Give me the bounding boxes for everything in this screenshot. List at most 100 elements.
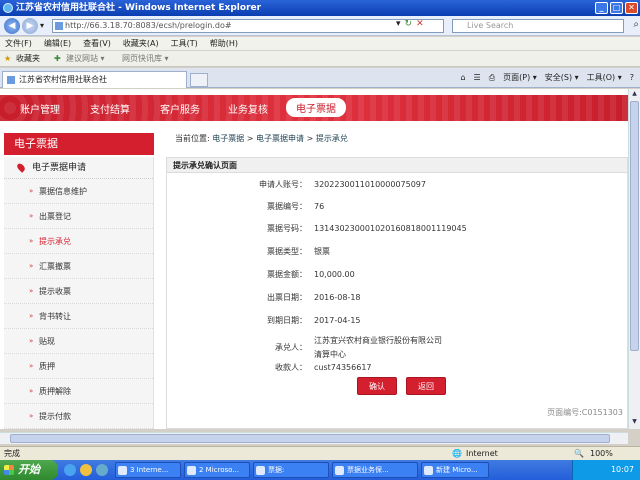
internet-zone-icon: 🌐	[452, 449, 462, 458]
cmd-page[interactable]: 页面(P) ▾	[503, 71, 537, 85]
sidebar-item-prompt-acceptance[interactable]: » 提示承兑	[4, 229, 153, 254]
sidebar-item-prompt-receipt[interactable]: » 提示收票	[4, 279, 153, 304]
field-value: 131430230001020160818001119045	[314, 224, 467, 233]
arrow-icon: »	[29, 187, 34, 195]
confirm-button[interactable]: 确认	[357, 377, 397, 395]
task-icon	[256, 466, 265, 475]
minimize-button[interactable]: _	[595, 2, 608, 14]
panel-title: 提示承兑确认页面	[167, 158, 627, 173]
maximize-button[interactable]: □	[610, 2, 623, 14]
favorites-label[interactable]: 收藏夹	[16, 51, 40, 67]
fav-suggested-sites[interactable]: 建议网站 ▾	[66, 51, 105, 67]
menu-edit[interactable]: 编辑(E)	[44, 37, 71, 50]
nav-customer-service[interactable]: 客户服务	[160, 101, 200, 116]
scroll-up-icon[interactable]: ▲	[630, 90, 639, 100]
forward-icon[interactable]: ▶	[22, 18, 38, 34]
fav-web-slice[interactable]: 网页快讯库 ▾	[122, 51, 169, 67]
zoom-level[interactable]: 100%	[590, 447, 613, 461]
sidebar-item-label: 质押	[39, 362, 55, 371]
nav-business-review[interactable]: 业务复核	[228, 101, 268, 116]
new-tab-button[interactable]	[190, 73, 208, 87]
back-button[interactable]: 返回	[406, 377, 446, 395]
nav-dropdown-icon[interactable]: ▾	[40, 21, 44, 30]
sidebar-group-label: 电子票据申请	[32, 163, 87, 173]
sidebar-item-bill-cancel[interactable]: » 汇票撤票	[4, 254, 153, 279]
breadcrumb-bill-application[interactable]: 电子票据申请	[256, 134, 304, 143]
nav-account-management[interactable]: 账户管理	[20, 101, 60, 116]
task-bill[interactable]: 票据:	[253, 462, 329, 478]
menu-tools[interactable]: 工具(T)	[171, 37, 198, 50]
address-input[interactable]: http://66.3.18.70:8083/ecsh/prelogin.do#	[52, 19, 444, 33]
breadcrumb-electronic-bills[interactable]: 电子票据	[212, 134, 244, 143]
sidebar-item-label: 提示付款	[39, 412, 71, 421]
sidebar-item-prompt-payment[interactable]: » 提示付款	[4, 404, 153, 429]
field-value: cust74356617	[314, 363, 372, 372]
breadcrumb-prompt-acceptance[interactable]: 提示承兑	[316, 134, 348, 143]
menu-view[interactable]: 查看(V)	[83, 37, 111, 50]
sidebar-item-label: 质押解除	[39, 387, 71, 396]
feeds-icon[interactable]: ☰	[474, 71, 481, 85]
quicklaunch-chrome-icon[interactable]	[80, 464, 92, 476]
task-microsoft[interactable]: 2 Microso...	[184, 462, 250, 478]
task-bill-business[interactable]: 票据业务保...	[332, 462, 418, 478]
field-value: 3202230011010000075097	[314, 180, 426, 189]
menu-favorites[interactable]: 收藏夹(A)	[123, 37, 159, 50]
status-text: 完成	[4, 449, 20, 458]
sidebar-item-issue-register[interactable]: » 出票登记	[4, 204, 153, 229]
zoom-icon: 🔍	[574, 449, 584, 458]
field-label: 票据类型：	[267, 247, 307, 256]
back-icon[interactable]: ◀	[4, 18, 20, 34]
sidebar-item-pledge[interactable]: » 质押	[4, 354, 153, 379]
field-value: 76	[314, 202, 325, 211]
quicklaunch-desktop-icon[interactable]	[96, 464, 108, 476]
menu-help[interactable]: 帮助(H)	[210, 37, 238, 50]
scroll-thumb[interactable]	[630, 101, 639, 351]
address-toolbar: ◀ ▶ ▾ http://66.3.18.70:8083/ecsh/prelog…	[0, 16, 640, 36]
sidebar-group-bill-application[interactable]: 电子票据申请	[4, 157, 153, 179]
taskbar: 开始 3 Interne... 2 Microso... 票据: 票据业务保..…	[0, 460, 640, 480]
search-icon[interactable]: ⌕	[633, 19, 639, 31]
field-label: 票据编号：	[267, 202, 307, 211]
tab-title: 江苏省农村信用社联合社	[19, 75, 107, 84]
browser-tab[interactable]: 江苏省农村信用社联合社	[2, 71, 187, 88]
h-scroll-thumb[interactable]	[10, 434, 610, 443]
menu-file[interactable]: 文件(F)	[5, 37, 32, 50]
task-internet-explorer[interactable]: 3 Interne...	[115, 462, 181, 478]
nav-payment-settlement[interactable]: 支付结算	[90, 101, 130, 116]
tab-bar: 江苏省农村信用社联合社 ⌂ ☰ ⎙ 页面(P) ▾ 安全(S) ▾ 工具(O) …	[0, 68, 640, 88]
task-icon	[335, 466, 344, 475]
sidebar-item-label: 票据信息维护	[39, 187, 87, 196]
cmd-safety[interactable]: 安全(S) ▾	[545, 71, 579, 85]
start-label: 开始	[18, 463, 40, 476]
field-label: 申请人账号：	[259, 180, 307, 189]
print-icon[interactable]: ⎙	[489, 71, 495, 85]
sidebar-item-bill-info[interactable]: » 票据信息维护	[4, 179, 153, 204]
help-icon[interactable]: ?	[630, 71, 634, 85]
sidebar-item-discount[interactable]: » 贴现	[4, 329, 153, 354]
address-dropdown-icon[interactable]: ▾	[396, 19, 401, 29]
sidebar-item-pledge-release[interactable]: » 质押解除	[4, 379, 153, 404]
search-input[interactable]: Live Search ⌕	[452, 19, 639, 33]
start-button[interactable]: 开始	[0, 460, 58, 480]
horizontal-scrollbar[interactable]	[0, 432, 628, 444]
nav-electronic-bills[interactable]: 电子票据	[286, 98, 346, 117]
favorites-star-icon[interactable]: ★	[4, 51, 11, 67]
task-new-microsoft[interactable]: 新建 Micro...	[421, 462, 489, 478]
confirmation-panel: 提示承兑确认页面 申请人账号： 3202230011010000075097 票…	[166, 157, 628, 429]
arrow-icon: »	[29, 387, 34, 395]
sidebar-item-label: 提示收票	[39, 287, 71, 296]
scroll-down-icon[interactable]: ▼	[630, 418, 639, 428]
refresh-icon[interactable]: ↻	[405, 19, 413, 29]
vertical-scrollbar[interactable]: ▲ ▼	[628, 89, 640, 429]
field-label: 出票日期：	[267, 293, 307, 302]
cmd-tools[interactable]: 工具(O) ▾	[587, 71, 622, 85]
close-button[interactable]: ✕	[625, 2, 638, 14]
page-icon	[55, 22, 63, 30]
stop-icon[interactable]: ✕	[416, 19, 424, 29]
breadcrumb-separator: >	[246, 134, 254, 143]
home-icon[interactable]: ⌂	[460, 71, 465, 85]
status-bar: 完成 🌐 Internet 🔍 100%	[0, 446, 640, 460]
add-favorite-icon[interactable]: ✚	[54, 51, 61, 67]
sidebar-item-endorsement[interactable]: » 背书转让	[4, 304, 153, 329]
quicklaunch-ie-icon[interactable]	[64, 464, 76, 476]
